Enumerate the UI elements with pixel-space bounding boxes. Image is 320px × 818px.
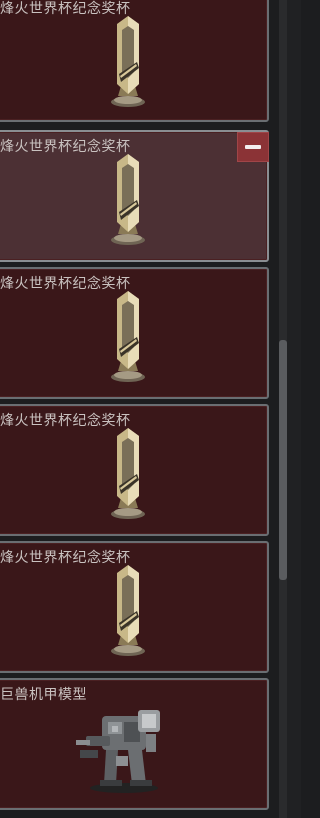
item-list: 烽火世界杯纪念奖杯 烽火世界杯纪念奖杯 烽火世界杯纪念奖杯 烽火世界杯纪念奖杯 … [0,0,270,818]
list-item[interactable]: 烽火世界杯纪念奖杯 [0,404,269,536]
list-item[interactable]: 烽火世界杯纪念奖杯 [0,267,269,399]
scrollbar-thumb[interactable] [279,340,287,580]
trophy-icon [111,291,145,382]
list-item[interactable]: 巨兽机甲模型 [0,678,269,810]
mech-model-icon [76,710,160,793]
trophy-icon [111,16,145,107]
side-panel-edge [287,0,301,818]
trophy-icon [111,154,145,245]
trophy-icon [111,428,145,519]
minus-icon [245,145,261,149]
list-item[interactable]: 烽火世界杯纪念奖杯 [0,541,269,673]
trophy-icon [111,565,145,656]
list-item[interactable]: 烽火世界杯纪念奖杯 [0,0,269,122]
list-item[interactable]: 烽火世界杯纪念奖杯 [0,130,269,262]
remove-button[interactable] [237,132,269,162]
